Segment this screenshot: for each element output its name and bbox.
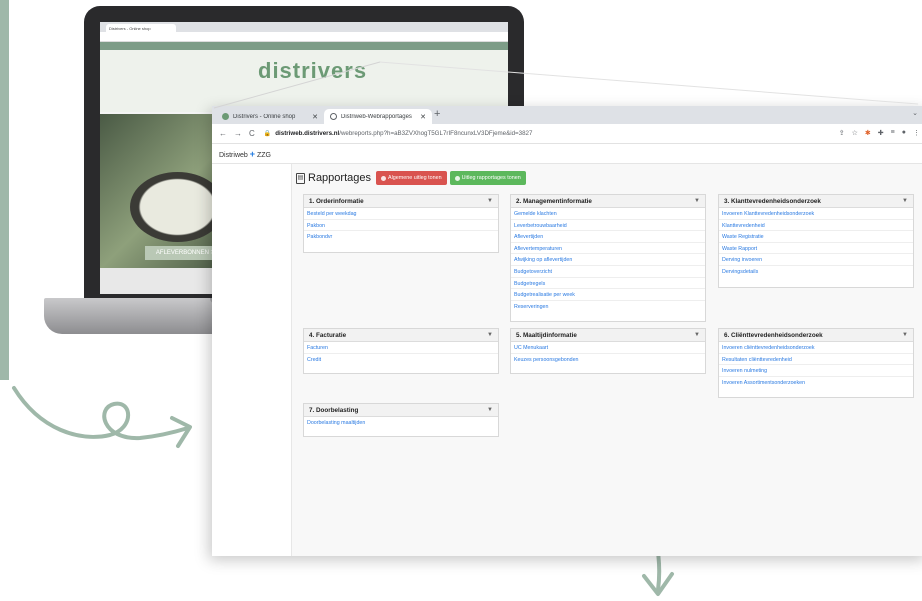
projection-lines	[213, 61, 919, 109]
page-canvas: Distrivers - Online shop distrivers AFLE…	[0, 0, 922, 601]
